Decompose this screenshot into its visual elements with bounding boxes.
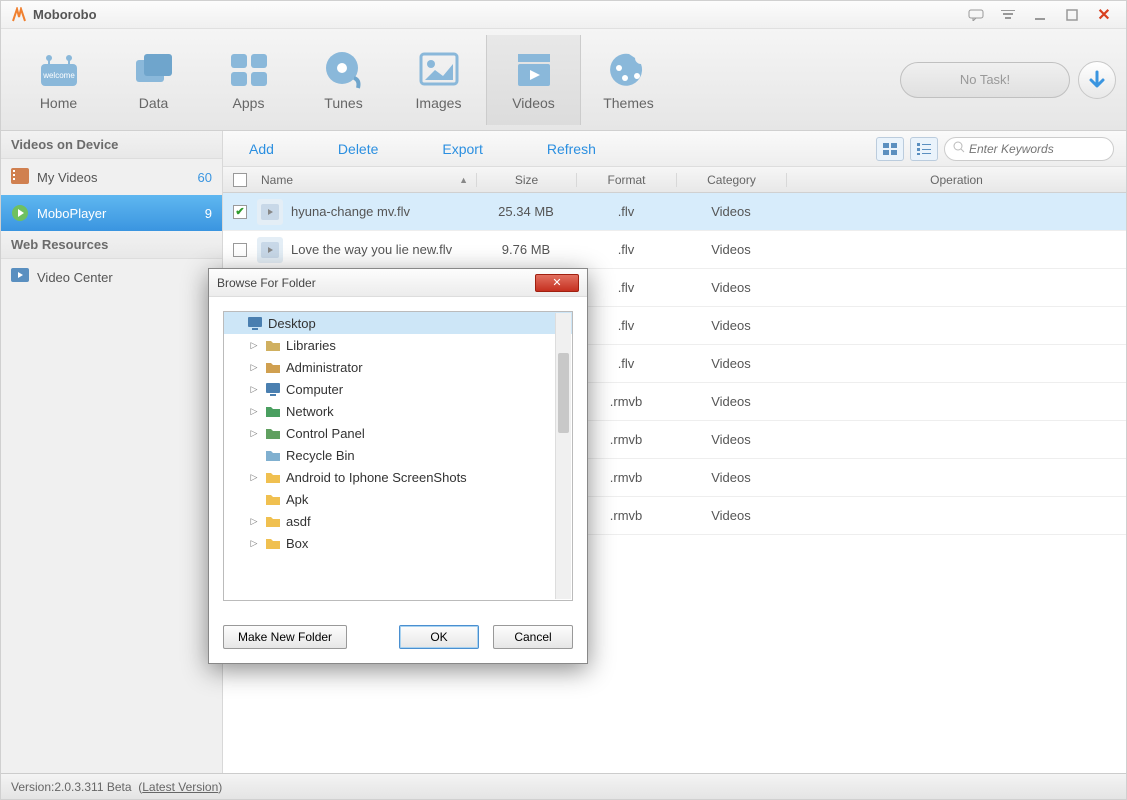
tree-item[interactable]: ▷ asdf: [224, 510, 572, 532]
cancel-button[interactable]: Cancel: [493, 625, 573, 649]
folder-icon: [264, 381, 282, 397]
tree-label: Android to Iphone ScreenShots: [286, 470, 467, 485]
tree-label: Recycle Bin: [286, 448, 355, 463]
expand-arrow-icon[interactable]: ▷: [248, 362, 260, 373]
expand-arrow-icon[interactable]: ▷: [248, 406, 260, 417]
folder-icon: [264, 469, 282, 485]
tree-label: Box: [286, 536, 308, 551]
tree-item[interactable]: ▷ Network: [224, 400, 572, 422]
folder-icon: [264, 535, 282, 551]
folder-icon: [264, 513, 282, 529]
folder-icon: [264, 337, 282, 353]
folder-icon: [246, 315, 264, 331]
tree-label: Network: [286, 404, 334, 419]
dialog-close-button[interactable]: ✕: [535, 274, 579, 292]
tree-item[interactable]: ▷ Android to Iphone ScreenShots: [224, 466, 572, 488]
tree-scrollbar[interactable]: [555, 313, 571, 599]
modal-overlay: Browse For Folder ✕ Desktop ▷ Libraries ▷ Ad…: [0, 0, 1127, 800]
folder-icon: [264, 491, 282, 507]
tree-label: Administrator: [286, 360, 363, 375]
tree-label: Control Panel: [286, 426, 365, 441]
folder-icon: [264, 425, 282, 441]
tree-label: asdf: [286, 514, 311, 529]
tree-item[interactable]: ▷ Administrator: [224, 356, 572, 378]
folder-icon: [264, 359, 282, 375]
expand-arrow-icon[interactable]: ▷: [248, 340, 260, 351]
expand-arrow-icon[interactable]: ▷: [248, 428, 260, 439]
folder-icon: [264, 403, 282, 419]
dialog-title: Browse For Folder: [217, 276, 316, 290]
tree-item[interactable]: ▷ Box: [224, 532, 572, 554]
tree-label: Libraries: [286, 338, 336, 353]
folder-tree[interactable]: Desktop ▷ Libraries ▷ Administrator ▷ Computer…: [223, 311, 573, 601]
scrollbar-thumb[interactable]: [558, 353, 569, 433]
make-new-folder-button[interactable]: Make New Folder: [223, 625, 347, 649]
tree-label: Desktop: [268, 316, 316, 331]
tree-label: Computer: [286, 382, 343, 397]
ok-button[interactable]: OK: [399, 625, 479, 649]
dialog-titlebar: Browse For Folder ✕: [209, 269, 587, 297]
tree-item[interactable]: Recycle Bin: [224, 444, 572, 466]
tree-item[interactable]: ▷ Control Panel: [224, 422, 572, 444]
browse-folder-dialog: Browse For Folder ✕ Desktop ▷ Libraries ▷ Ad…: [208, 268, 588, 664]
folder-icon: [264, 447, 282, 463]
expand-arrow-icon[interactable]: ▷: [248, 472, 260, 483]
expand-arrow-icon[interactable]: ▷: [248, 384, 260, 395]
tree-item[interactable]: ▷ Libraries: [224, 334, 572, 356]
tree-item[interactable]: ▷ Computer: [224, 378, 572, 400]
tree-label: Apk: [286, 492, 308, 507]
expand-arrow-icon[interactable]: ▷: [248, 538, 260, 549]
expand-arrow-icon[interactable]: ▷: [248, 516, 260, 527]
tree-item[interactable]: Desktop: [224, 312, 572, 334]
tree-item[interactable]: Apk: [224, 488, 572, 510]
